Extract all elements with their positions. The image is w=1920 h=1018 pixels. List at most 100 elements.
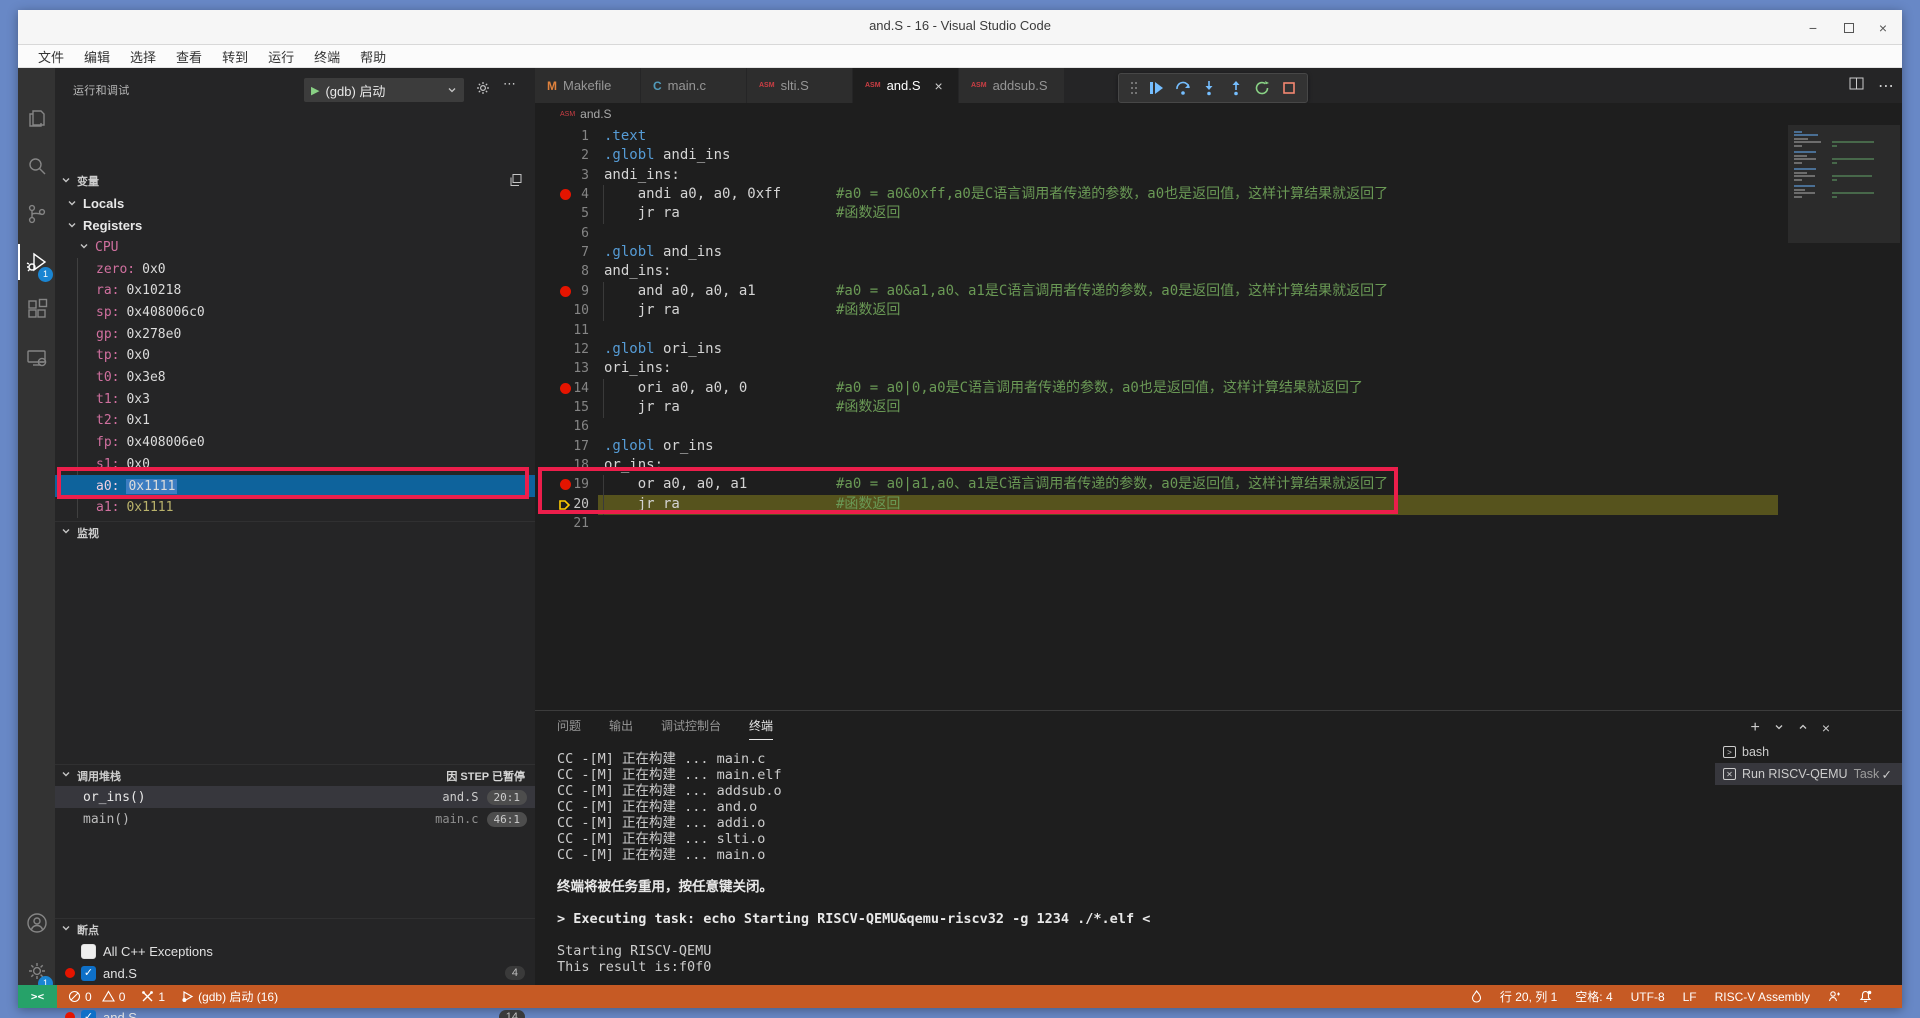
code-line-2[interactable]: 2.globl andi_ins: [535, 146, 1902, 166]
cursor-position-status[interactable]: 行 20, 列 1: [1500, 988, 1557, 1005]
new-terminal-icon[interactable]: +: [1750, 719, 1759, 737]
code-line-6[interactable]: 6: [535, 224, 1902, 244]
code-editor[interactable]: 1.text2.globl andi_ins3andi_ins:4 andi a…: [535, 125, 1902, 710]
tab-addsub.S[interactable]: ASMaddsub.S: [959, 68, 1065, 103]
launch-config-dropdown[interactable]: ▶ (gdb) 启动: [304, 78, 464, 102]
exception-breakpoint-row[interactable]: All C++ Exceptions: [55, 940, 535, 962]
code-line-1[interactable]: 1.text: [535, 127, 1902, 147]
collapse-all-icon[interactable]: [509, 173, 523, 190]
tab-Makefile[interactable]: MMakefile: [535, 68, 641, 103]
account-icon[interactable]: [18, 901, 55, 945]
close-button[interactable]: ×: [1872, 17, 1894, 39]
menu-item-文件[interactable]: 文件: [28, 47, 74, 66]
minimap[interactable]: [1788, 125, 1900, 710]
checkbox-checked[interactable]: ✓: [81, 1010, 96, 1018]
code-line-4[interactable]: 4 andi a0, a0, 0xff#a0 = a0&0xff,a0是C语言调…: [535, 185, 1902, 205]
code-line-3[interactable]: 3andi_ins:: [535, 166, 1902, 186]
extensions-icon[interactable]: [18, 288, 55, 332]
breakpoint-row[interactable]: ✓and.S4: [55, 962, 535, 984]
code-line-20[interactable]: 20 jr ra#函数返回: [535, 495, 1902, 515]
continue-button[interactable]: [1148, 80, 1164, 96]
run-and-debug-icon[interactable]: 1: [18, 240, 55, 284]
variables-section-header[interactable]: 变量: [55, 170, 535, 192]
split-editor-icon[interactable]: [1849, 76, 1864, 96]
debug-session-status[interactable]: (gdb) 启动 (16): [181, 988, 278, 1005]
menu-item-终端[interactable]: 终端: [304, 47, 350, 66]
breadcrumb[interactable]: ASM and.S: [535, 103, 1902, 125]
stop-button[interactable]: [1281, 80, 1297, 96]
stack-frame[interactable]: main() main.c 46:1: [55, 808, 535, 830]
terminal-dropdown-icon[interactable]: [1774, 719, 1784, 737]
notifications-bell-icon[interactable]: [1859, 990, 1872, 1003]
restart-button[interactable]: [1254, 80, 1270, 96]
tab-main.c[interactable]: Cmain.c: [641, 68, 747, 103]
tab-slti.S[interactable]: ASMslti.S: [747, 68, 853, 103]
code-line-14[interactable]: 14 ori a0, a0, 0#a0 = a0|0,a0是C语言调用者传递的参…: [535, 379, 1902, 399]
close-tab-icon[interactable]: ×: [935, 78, 943, 94]
source-control-icon[interactable]: [18, 192, 55, 236]
editor-more-actions-icon[interactable]: ⋯: [1878, 76, 1894, 96]
panel-tab-问题[interactable]: 问题: [557, 717, 581, 740]
code-line-7[interactable]: 7.globl and_ins: [535, 243, 1902, 263]
menu-item-编辑[interactable]: 编辑: [74, 47, 120, 66]
register-row-t2[interactable]: t2:0x1: [55, 410, 535, 432]
breakpoints-section-header[interactable]: 断点: [55, 918, 535, 940]
register-row-sp[interactable]: sp:0x408006c0: [55, 301, 535, 323]
step-into-button[interactable]: [1201, 80, 1217, 96]
code-line-5[interactable]: 5 jr ra#函数返回: [535, 204, 1902, 224]
debug-settings-gear-icon[interactable]: [475, 80, 491, 99]
code-line-17[interactable]: 17.globl or_ins: [535, 437, 1902, 457]
encoding-status[interactable]: UTF-8: [1631, 990, 1665, 1004]
running-tasks-status[interactable]: 1: [141, 990, 165, 1004]
register-row-gp[interactable]: gp:0x278e0: [55, 323, 535, 345]
panel-tab-终端[interactable]: 终端: [749, 717, 773, 740]
menu-item-帮助[interactable]: 帮助: [350, 47, 396, 66]
stack-frame[interactable]: or_ins() and.S 20:1: [55, 786, 535, 808]
checkbox-checked[interactable]: ✓: [81, 966, 96, 981]
more-actions-icon[interactable]: ⋯: [503, 76, 516, 92]
menu-item-转到[interactable]: 转到: [212, 47, 258, 66]
maximize-panel-icon[interactable]: [1798, 719, 1808, 737]
explorer-icon[interactable]: [18, 96, 55, 140]
feedback-icon[interactable]: [1828, 990, 1841, 1003]
panel-tab-输出[interactable]: 输出: [609, 717, 633, 740]
scope-locals[interactable]: Locals: [55, 192, 535, 214]
step-out-button[interactable]: [1228, 80, 1244, 96]
toolbar-drag-handle[interactable]: [1130, 81, 1138, 95]
code-line-21[interactable]: 21: [535, 514, 1902, 534]
tab-and.S[interactable]: ASMand.S×: [853, 68, 959, 103]
register-row-fp[interactable]: fp:0x408006e0: [55, 432, 535, 454]
code-line-13[interactable]: 13ori_ins:: [535, 359, 1902, 379]
terminal-list-item-Run RISCV-QEMU[interactable]: ✕Run RISCV-QEMUTask✓: [1715, 763, 1902, 785]
step-over-button[interactable]: [1175, 80, 1191, 96]
call-stack-section-header[interactable]: 调用堆栈 因 STEP 已暂停: [55, 764, 535, 786]
register-row-t1[interactable]: t1:0x3: [55, 388, 535, 410]
eol-status[interactable]: LF: [1683, 990, 1697, 1004]
code-line-11[interactable]: 11: [535, 321, 1902, 341]
register-row-s1[interactable]: s1:0x0: [55, 453, 535, 475]
menu-item-查看[interactable]: 查看: [166, 47, 212, 66]
language-mode-status[interactable]: RISC-V Assembly: [1715, 990, 1810, 1004]
maximize-button[interactable]: [1838, 17, 1860, 39]
code-line-10[interactable]: 10 jr ra#函数返回: [535, 301, 1902, 321]
code-line-16[interactable]: 16: [535, 417, 1902, 437]
code-line-15[interactable]: 15 jr ra#函数返回: [535, 398, 1902, 418]
group-cpu[interactable]: CPU: [55, 236, 535, 258]
scope-registers[interactable]: Registers: [55, 214, 535, 236]
register-row-a1[interactable]: a1:0x1111: [55, 497, 535, 519]
watch-section-header[interactable]: 监视: [55, 521, 535, 543]
code-line-12[interactable]: 12.globl ori_ins: [535, 340, 1902, 360]
register-row-a0[interactable]: a0:0x1111: [55, 475, 535, 497]
flame-icon[interactable]: [1471, 990, 1482, 1003]
remote-explorer-icon[interactable]: [18, 336, 55, 380]
terminal-list-item-bash[interactable]: >bash: [1715, 741, 1902, 763]
indentation-status[interactable]: 空格: 4: [1575, 988, 1612, 1005]
register-row-zero[interactable]: zero:0x0: [55, 258, 535, 280]
terminal-output[interactable]: CC -[M] 正在构建 ... main.cCC -[M] 正在构建 ... …: [557, 751, 1657, 975]
code-line-9[interactable]: 9 and a0, a0, a1#a0 = a0&a1,a0、a1是C语言调用者…: [535, 282, 1902, 302]
code-line-19[interactable]: 19 or a0, a0, a1#a0 = a0|a1,a0、a1是C语言调用者…: [535, 475, 1902, 495]
close-panel-icon[interactable]: ×: [1822, 720, 1830, 736]
problems-status[interactable]: 0 0: [68, 990, 125, 1004]
register-row-t0[interactable]: t0:0x3e8: [55, 367, 535, 389]
remote-indicator[interactable]: ><: [18, 985, 57, 1008]
